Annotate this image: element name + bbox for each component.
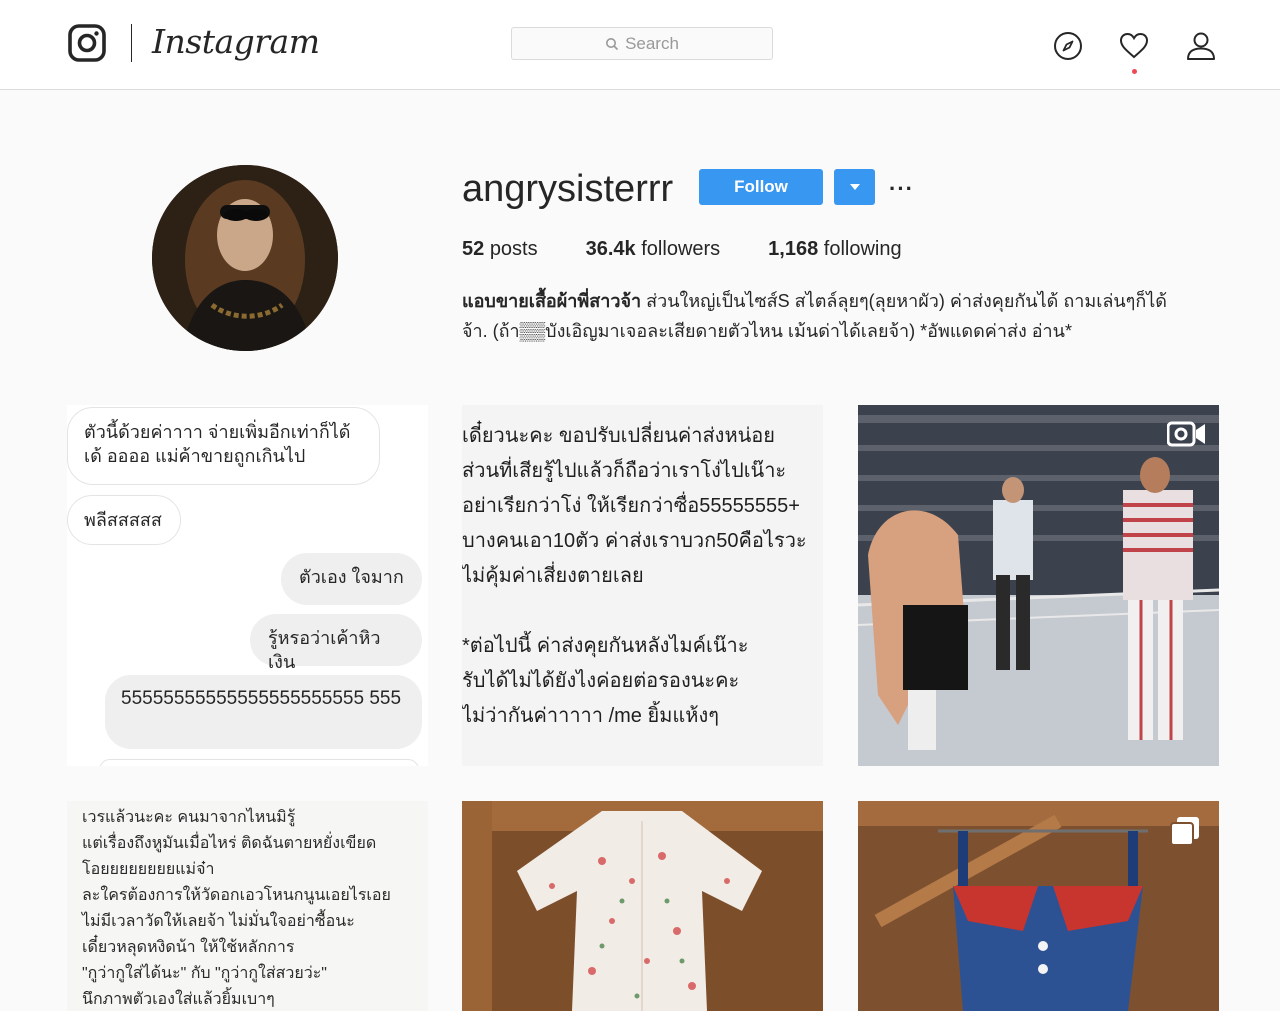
follow-button[interactable]: Follow bbox=[699, 169, 823, 205]
floral-shirt-image bbox=[462, 801, 823, 1011]
followers-stat[interactable]: 36.4k followers bbox=[586, 238, 721, 261]
sizing-note-text: เวรแล้วนะคะ คนมาจากไหนมิรู้ แต่เรื่องถึง… bbox=[82, 809, 391, 1008]
heart-icon[interactable] bbox=[1118, 30, 1150, 62]
followers-count: 36.4k bbox=[585, 238, 636, 260]
instagram-wordmark[interactable]: Instagram bbox=[152, 22, 320, 61]
chat-bubble-incoming: ตัวนี้ด้วยค่าาาา จ่ายเพิ่มอีกเท่าก็ได้เด… bbox=[67, 407, 380, 485]
more-options-button[interactable]: ··· bbox=[889, 176, 914, 202]
followers-label: followers bbox=[641, 238, 721, 260]
post-shipping-notice[interactable]: เดี๋ยวนะคะ ขอปรับเปลี่ยนค่าส่งหน่อย ส่วน… bbox=[462, 405, 823, 766]
logo-divider bbox=[131, 24, 132, 62]
avatar-portrait-image bbox=[152, 165, 338, 351]
post-sizing-note[interactable]: เวรแล้วนะคะ คนมาจากไหนมิรู้ แต่เรื่องถึง… bbox=[67, 801, 428, 1011]
video-camera-icon bbox=[1167, 421, 1205, 447]
profile-icon[interactable] bbox=[1185, 30, 1217, 62]
post-chat-screenshot[interactable]: ตัวนี้ด้วยค่าาาา จ่ายเพิ่มอีกเท่าก็ได้เด… bbox=[67, 405, 428, 766]
post-wrestling-video[interactable] bbox=[858, 405, 1219, 766]
notification-dot bbox=[1132, 69, 1137, 74]
suggestions-dropdown-button[interactable] bbox=[834, 169, 875, 205]
bio-name: แอบขายเสื้อผ้าพี่สาวจ้า bbox=[462, 291, 642, 311]
search-placeholder: Search bbox=[625, 33, 679, 53]
top-navigation-bar: Instagram Search bbox=[0, 0, 1280, 90]
profile-stats: 52 posts 36.4k followers 1,168 following bbox=[462, 238, 902, 261]
carousel-icon bbox=[1170, 817, 1199, 846]
caret-down-icon bbox=[849, 184, 860, 190]
posts-count: 52 bbox=[462, 238, 485, 260]
profile-avatar[interactable] bbox=[152, 165, 338, 351]
chat-bubble-outgoing: รู้หรอว่าเค้าหิวเงิน bbox=[250, 614, 422, 672]
following-label: following bbox=[823, 238, 902, 260]
bio-line1: ส่วนใหญ่เป็นไซส์S สไตล์ลุยๆ(ลุยหาผัว) ค่… bbox=[641, 291, 1167, 311]
following-count: 1,168 bbox=[768, 238, 819, 260]
compass-icon[interactable] bbox=[1052, 30, 1084, 62]
blue-dress-image bbox=[858, 801, 1219, 1011]
chat-bubble-outgoing: ตัวเอง ใจมาก bbox=[281, 553, 422, 605]
posts-stat: 52 posts bbox=[462, 238, 538, 261]
following-stat[interactable]: 1,168 following bbox=[768, 238, 901, 261]
search-icon bbox=[606, 37, 619, 50]
instagram-camera-icon[interactable] bbox=[68, 24, 106, 62]
profile-bio: แอบขายเสื้อผ้าพี่สาวจ้า ส่วนใหญ่เป็นไซส์… bbox=[462, 286, 1222, 346]
search-input[interactable]: Search bbox=[511, 27, 773, 60]
chat-bubble-partial bbox=[99, 759, 419, 766]
wrestling-scene-image bbox=[858, 405, 1219, 766]
chat-bubble-incoming: พลีสสสสส bbox=[67, 495, 181, 545]
chat-bubble-outgoing: 55555555555555555555555 555 bbox=[105, 675, 422, 749]
profile-username: angrysisterrr bbox=[462, 168, 674, 210]
post-blue-dress[interactable] bbox=[858, 801, 1219, 1011]
notice-text: เดี๋ยวนะคะ ขอปรับเปลี่ยนค่าส่งหน่อย ส่วน… bbox=[462, 425, 807, 727]
posts-label: posts bbox=[489, 238, 538, 260]
bio-line2: จ้า. (ถ้า▒▒บังเอิญมาเจอละเสียดายตัวไหน เ… bbox=[462, 321, 1072, 341]
post-floral-shirt[interactable] bbox=[462, 801, 823, 1011]
